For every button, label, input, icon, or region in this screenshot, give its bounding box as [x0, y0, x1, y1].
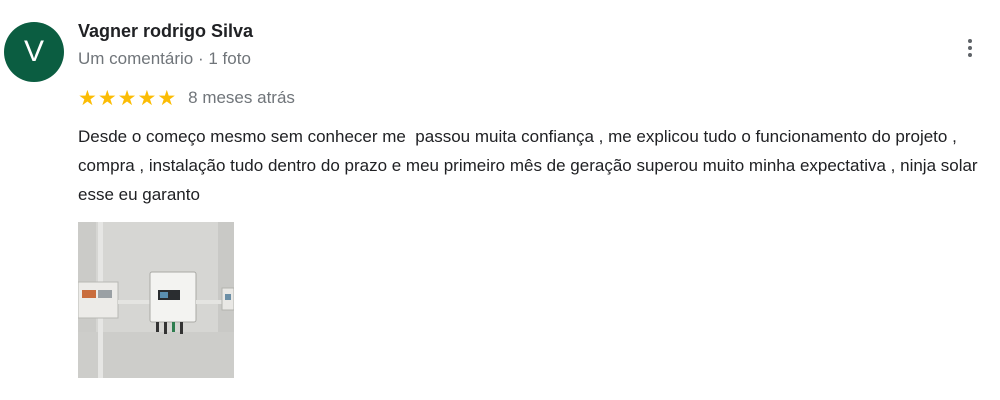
star-icon: ★: [137, 86, 157, 110]
rating-row: ★ ★ ★ ★ ★ 8 meses atrás: [78, 86, 295, 110]
author-name[interactable]: Vagner rodrigo Silva: [78, 20, 253, 42]
star-icon: ★: [157, 86, 177, 110]
review-photo[interactable]: [78, 222, 234, 378]
star-icon: ★: [97, 86, 117, 110]
star-icon: ★: [78, 86, 97, 110]
avatar-letter: V: [23, 35, 44, 68]
more-vert-icon: [968, 39, 972, 43]
more-vert-icon-dot: [968, 53, 972, 57]
more-options-button[interactable]: [956, 32, 984, 64]
star-rating: ★ ★ ★ ★ ★: [78, 87, 176, 109]
more-vert-icon-dot: [968, 46, 972, 50]
avatar[interactable]: V: [4, 22, 64, 82]
photo-thumbnail: [78, 222, 234, 378]
author-meta: Um comentário · 1 foto: [78, 49, 251, 68]
review-text: Desde o começo mesmo sem conhecer me pas…: [78, 127, 983, 204]
review-date: 8 meses atrás: [188, 88, 295, 107]
star-icon: ★: [117, 86, 137, 110]
